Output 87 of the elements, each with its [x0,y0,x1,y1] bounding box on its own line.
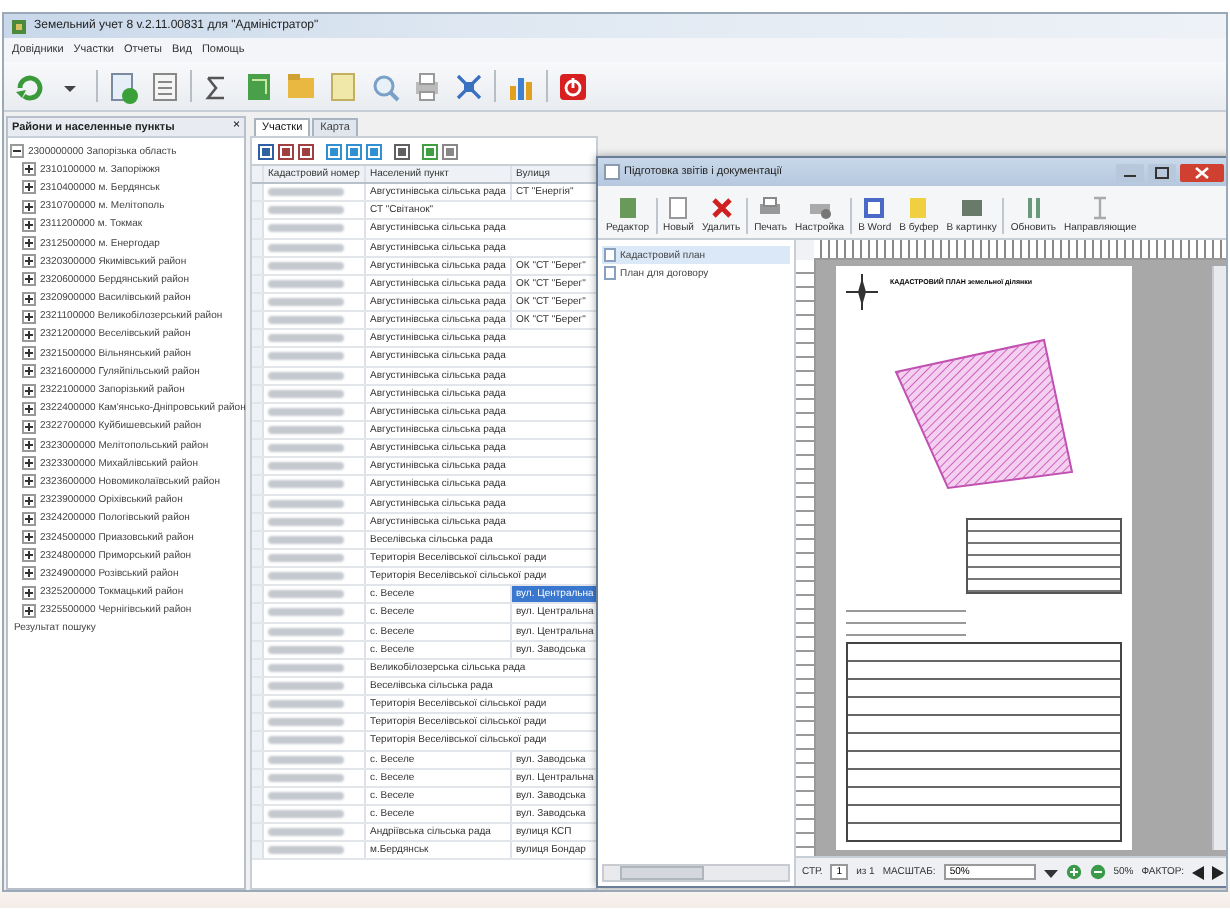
expand-icon[interactable] [22,511,36,526]
minimize-icon[interactable] [1116,163,1144,181]
expand-icon[interactable] [22,419,36,434]
scrollbar[interactable] [1212,266,1226,850]
expand-icon[interactable] [22,585,36,600]
blurred-value [268,371,344,380]
blurred-value [268,188,344,197]
blurred-value [268,773,344,782]
expand-icon[interactable] [22,438,36,453]
blurred-value [268,517,344,526]
expand-icon[interactable] [22,474,36,489]
blurred-value [268,791,344,800]
expand-icon[interactable] [22,456,36,471]
expand-icon[interactable] [22,162,36,177]
previous-icon[interactable] [1192,865,1204,879]
expand-icon[interactable] [22,254,36,269]
blurred-value [268,755,344,764]
blurred-value [268,279,344,288]
delete-icon [709,196,734,220]
expand-icon[interactable] [22,236,36,251]
add-document-icon[interactable] [106,69,140,103]
maximize-icon[interactable] [1148,163,1176,181]
compass-icon[interactable] [846,274,878,310]
folder-icon[interactable] [284,69,318,103]
blurred-value [268,407,344,416]
expand-icon[interactable] [22,548,36,563]
blurred-value [268,718,344,727]
expand-icon[interactable] [22,566,36,581]
expand-icon[interactable] [22,291,36,306]
expand-icon[interactable] [22,180,36,195]
blurred-value [268,663,344,672]
blurred-value [268,572,344,581]
printer-icon [758,196,783,220]
blurred-value [268,828,344,837]
expand-icon[interactable] [22,603,36,618]
blurred-value [268,243,344,252]
expand-icon[interactable] [22,327,36,342]
expand-icon[interactable] [22,364,36,379]
power-icon[interactable] [556,69,590,103]
expand-icon[interactable] [22,309,36,324]
expand-icon[interactable] [22,217,36,232]
blurred-value [268,499,344,508]
blurred-value [268,316,344,325]
blurred-value [268,700,344,709]
blurred-value [268,352,344,361]
blurred-value [268,590,344,599]
collapse-icon[interactable] [10,144,24,159]
blurred-value [268,206,344,215]
blurred-value [268,298,344,307]
blurred-value [268,645,344,654]
blurred-value [268,682,344,690]
caret-icon[interactable] [1043,865,1058,879]
picture-icon [959,196,984,220]
blurred-value [268,462,344,471]
close-icon[interactable] [1180,163,1224,181]
blurred-value [268,535,344,544]
expand-icon[interactable] [22,401,36,416]
expand-icon[interactable] [22,530,36,545]
document-icon[interactable] [326,69,360,103]
document-icon [666,196,691,220]
blurred-value [268,627,344,636]
blurred-value [268,261,344,270]
blurred-value [268,480,344,489]
blurred-value [268,608,344,617]
expand-icon[interactable] [22,493,36,508]
zoom-in-icon[interactable] [1065,864,1082,880]
window-icon[interactable] [604,164,620,180]
printer-icon[interactable] [410,69,444,103]
next-icon[interactable] [1212,865,1224,879]
blurred-value [268,389,344,398]
zoom-out-icon[interactable] [1089,864,1106,880]
expand-icon[interactable] [22,383,36,398]
blurred-value [268,554,344,563]
app-icon[interactable] [10,17,28,35]
blurred-value [268,224,344,233]
word-icon [862,196,887,220]
blurred-value [268,426,344,435]
expand-icon[interactable] [22,272,36,287]
blurred-value [268,736,344,745]
expand-icon[interactable] [22,199,36,214]
blurred-value [268,809,344,818]
scrollbar[interactable] [602,864,790,882]
expand-icon[interactable] [22,346,36,361]
blurred-value [268,334,344,343]
list-icon[interactable] [148,69,182,103]
blurred-value [268,846,344,855]
blurred-value [268,444,344,453]
